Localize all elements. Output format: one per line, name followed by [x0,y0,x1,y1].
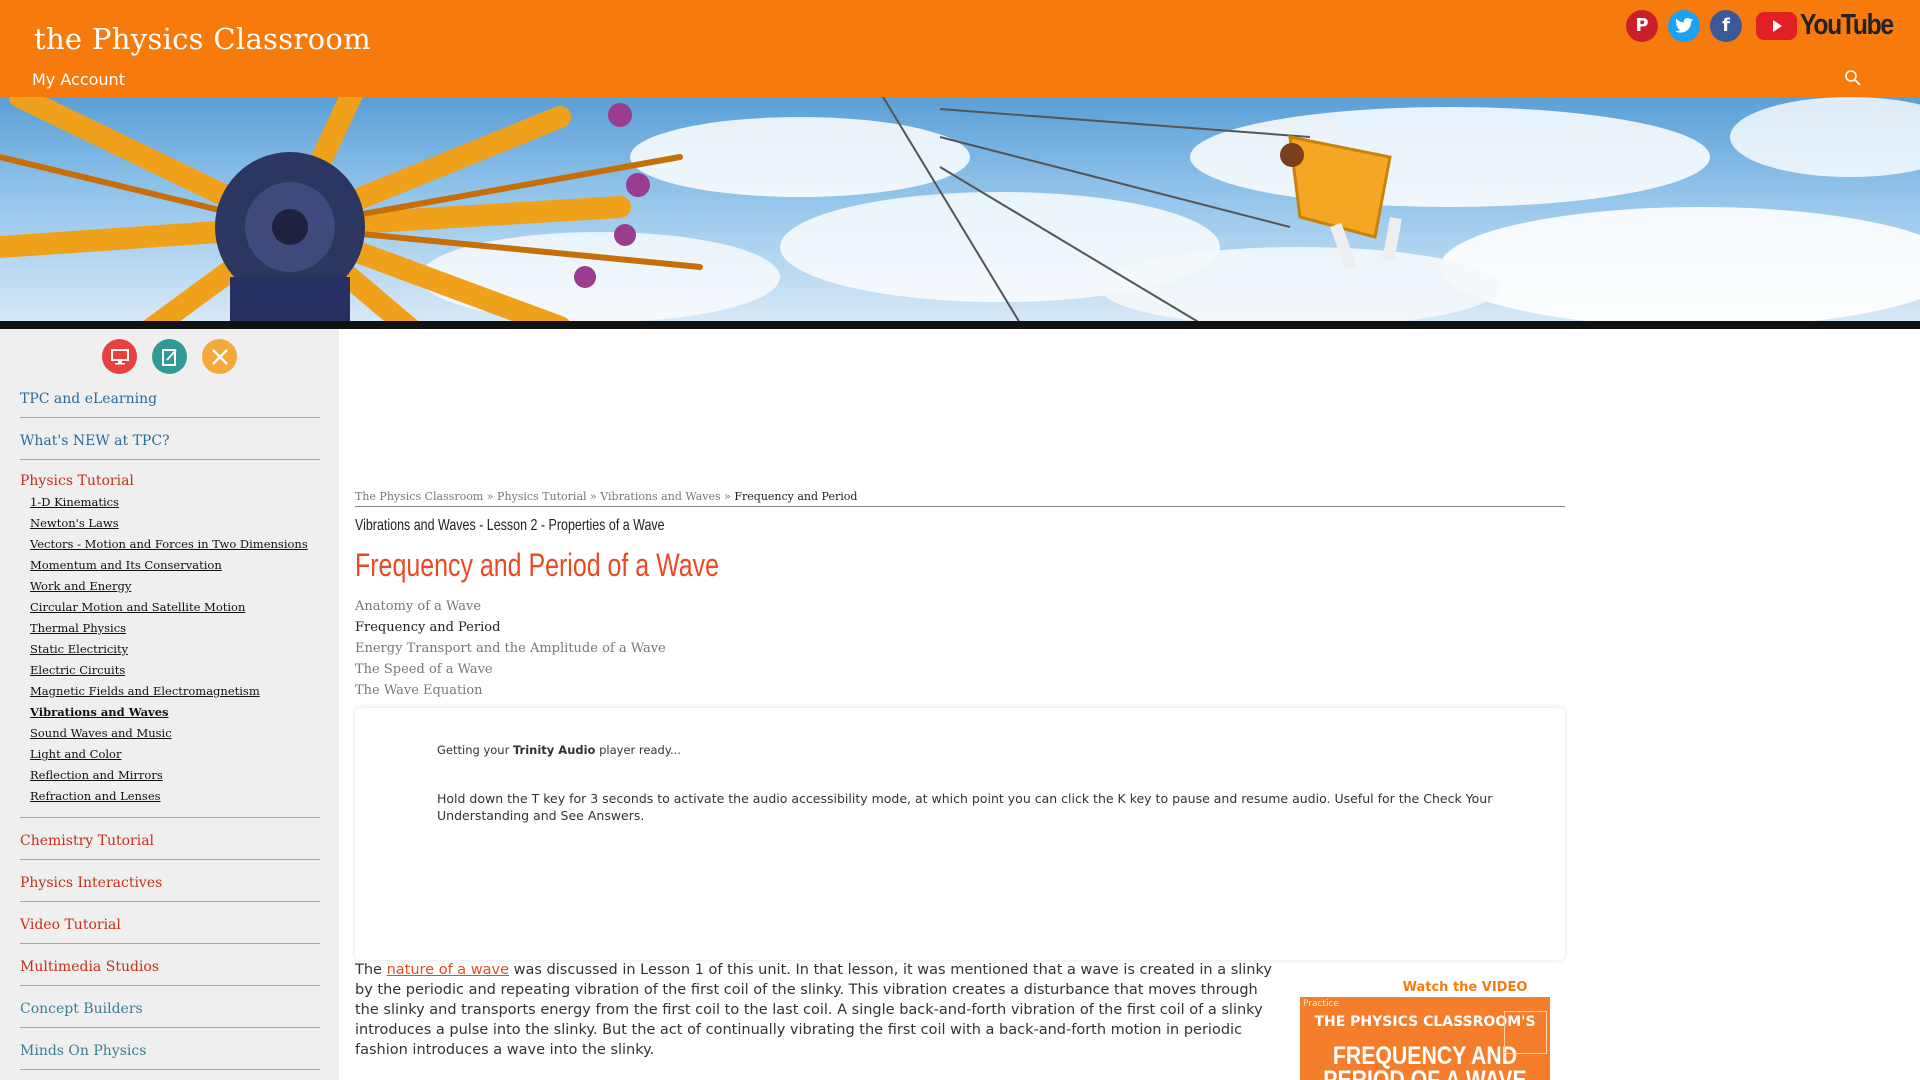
search-icon[interactable] [1844,69,1862,87]
monitor-icon[interactable] [102,339,137,374]
breadcrumb-separator: » [586,490,601,503]
youtube-play-icon [1756,11,1797,40]
video-thumb-inset [1504,1011,1547,1054]
banner-divider [0,321,1920,329]
nav-work-energy[interactable]: Work and Energy [30,576,320,597]
sidebar-nav: TPC and eLearning What's NEW at TPC? Phy… [20,385,320,1079]
facebook-icon[interactable]: f [1710,9,1742,42]
nav-1d-kinematics[interactable]: 1-D Kinematics [30,492,320,513]
watch-video-label[interactable]: Watch the VIDEO [1340,980,1590,995]
breadcrumb-current: Frequency and Period [734,490,858,503]
nav-physics-interactives[interactable]: Physics Interactives [20,869,320,902]
trinity-audio-brand: Trinity Audio [512,743,596,757]
hero-banner-image [0,97,1920,323]
nav-video-tutorial[interactable]: Video Tutorial [20,911,320,944]
physics-tutorial-list: 1-D Kinematics Newton's Laws Vectors - M… [20,492,320,818]
subtopic-link[interactable]: Anatomy of a Wave [355,596,1565,617]
nav-tpc-elearning[interactable]: TPC and eLearning [20,385,320,418]
sidebar: TPC and eLearning What's NEW at TPC? Phy… [0,329,339,1080]
video-thumb-practice: Practice [1303,999,1339,1009]
nav-static-electricity[interactable]: Static Electricity [30,639,320,660]
subtopic-link[interactable]: Energy Transport and the Amplitude of a … [355,638,1565,659]
video-thumb-title: FREQUENCY AND PERIOD OF A WAVE [1323,1042,1527,1080]
pinterest-icon[interactable]: P [1626,9,1658,42]
page-title: Frequency and Period of a Wave [355,547,719,583]
youtube-wordmark: YouTube [1800,9,1894,41]
audio-accessibility-note: Hold down the T key for 3 seconds to act… [437,791,1493,823]
intro-paragraph: The nature of a wave was discussed in Le… [355,962,1272,1058]
twitter-icon[interactable] [1668,9,1700,42]
nav-minds-on-physics[interactable]: Minds On Physics [20,1037,320,1070]
video-thumbnail[interactable]: Practice THE PHYSICS CLASSROOM'S FREQUEN… [1300,997,1550,1080]
site-title[interactable]: the Physics Classroom [34,22,371,56]
audio-loading-text: Getting your Trinity Audio player ready.… [437,743,681,757]
sidebar-tool-icons [102,339,252,374]
nav-light-color[interactable]: Light and Color [30,744,320,765]
site-header: the Physics Classroom My Account P f You… [0,0,1920,97]
nav-vibrations-waves[interactable]: Vibrations and Waves [30,702,320,723]
nav-vectors[interactable]: Vectors - Motion and Forces in Two Dimen… [30,534,320,555]
nav-whats-new[interactable]: What's NEW at TPC? [20,427,320,460]
nav-physics-tutorial[interactable]: Physics Tutorial [20,469,320,492]
nav-electric-circuits[interactable]: Electric Circuits [30,660,320,681]
breadcrumb-separator: » [483,490,498,503]
nav-magnetic-fields[interactable]: Magnetic Fields and Electromagnetism [30,681,320,702]
breadcrumb-physics-tutorial[interactable]: Physics Tutorial [497,490,586,503]
subtopic-current: Frequency and Period [355,620,501,635]
nav-sound-waves[interactable]: Sound Waves and Music [30,723,320,744]
amusement-ride-illustration [0,97,1920,323]
social-links: P f YouTube [1626,9,1909,42]
nature-of-wave-link[interactable]: nature of a wave [387,962,509,978]
notepad-icon[interactable] [152,339,187,374]
nav-multimedia-studios[interactable]: Multimedia Studios [20,953,320,986]
subtopic-link[interactable]: The Wave Equation [355,680,1565,701]
nav-momentum[interactable]: Momentum and Its Conservation [30,555,320,576]
breadcrumb-separator: » [720,490,735,503]
nav-reflection-mirrors[interactable]: Reflection and Mirrors [30,765,320,786]
main-content: The Physics Classroom » Physics Tutorial… [355,490,1565,1080]
nav-newtons-laws[interactable]: Newton's Laws [30,513,320,534]
nav-refraction-lenses[interactable]: Refraction and Lenses [30,786,320,807]
nav-concept-builders[interactable]: Concept Builders [20,995,320,1028]
nav-thermal-physics[interactable]: Thermal Physics [30,618,320,639]
breadcrumb: The Physics Classroom » Physics Tutorial… [355,490,1565,507]
subtopic-link[interactable]: The Speed of a Wave [355,659,1565,680]
lesson-subtopics: Anatomy of a Wave Frequency and Period E… [355,596,1565,701]
youtube-link[interactable]: YouTube [1756,9,1909,42]
breadcrumb-vibrations-waves[interactable]: Vibrations and Waves [600,490,720,503]
nav-chemistry-tutorial[interactable]: Chemistry Tutorial [20,827,320,860]
my-account-link[interactable]: My Account [32,70,125,89]
lesson-heading: Vibrations and Waves - Lesson 2 - Proper… [355,517,665,534]
audio-player-panel[interactable]: Getting your Trinity Audio player ready.… [355,708,1565,960]
nav-circular-motion[interactable]: Circular Motion and Satellite Motion [30,597,320,618]
breadcrumb-home[interactable]: The Physics Classroom [355,490,483,503]
tools-icon[interactable] [202,339,237,374]
